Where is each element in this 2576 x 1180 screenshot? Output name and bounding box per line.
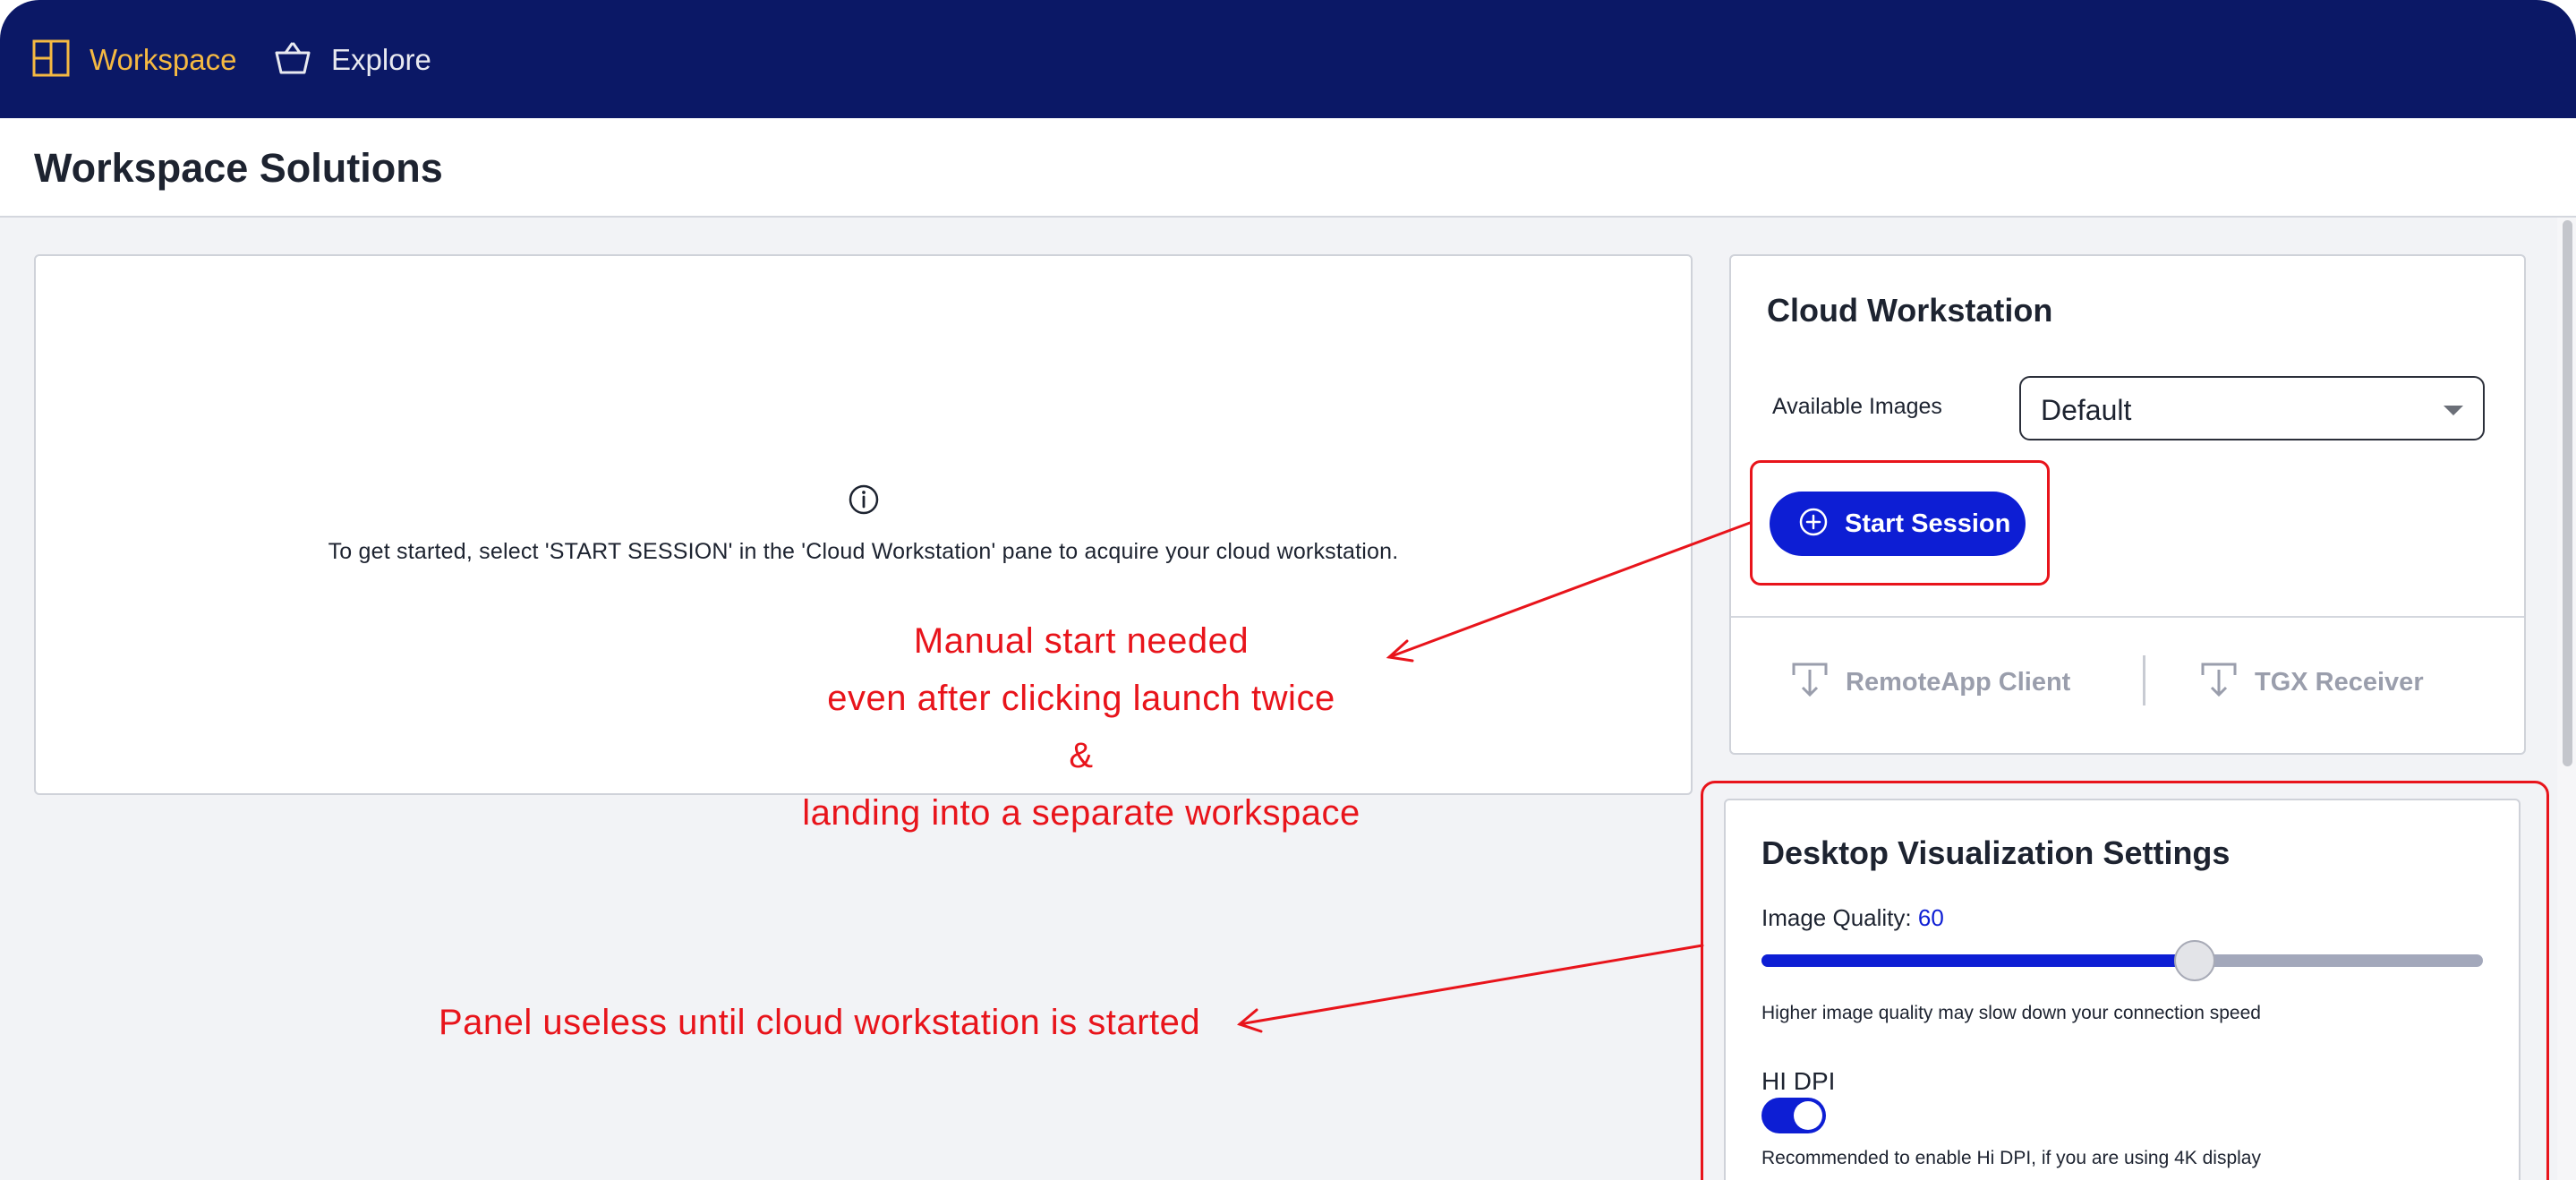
annotation-highlight-visualization-panel [1701,781,2549,1180]
empty-state-message: To get started, select 'START SESSION' i… [328,539,1399,564]
title-bar: Workspace Solutions [0,118,2576,218]
caret-down-icon [2444,406,2463,415]
page-scrollbar[interactable] [2557,218,2576,1180]
nav-workspace[interactable]: Workspace [32,39,236,81]
cloud-workstation-title: Cloud Workstation [1767,292,2053,329]
annotation-session-line-2: even after clicking launch twice [827,679,1335,718]
download-separator [2143,655,2145,705]
top-nav: Workspace Explore [0,0,2576,118]
tgx-receiver-label: TGX Receiver [2255,667,2424,697]
remoteapp-client-label: RemoteApp Client [1846,667,2071,697]
page-title: Workspace Solutions [34,145,443,191]
annotation-session-line-1: Manual start needed [913,621,1250,661]
tgx-receiver-download[interactable]: TGX Receiver [2199,661,2424,704]
info-icon [848,483,880,520]
download-icon [2199,661,2239,705]
scrollbar-thumb[interactable] [2563,220,2572,766]
app-window: Workspace Explore Workspace Solutions To… [0,0,2576,1180]
image-select[interactable]: Default [2019,376,2485,440]
card-divider [1731,616,2524,618]
nav-explore-label: Explore [331,43,431,76]
nav-explore[interactable]: Explore [274,39,431,81]
annotation-session-line-3: & [1069,736,1094,775]
remoteapp-client-download[interactable]: RemoteApp Client [1790,661,2070,704]
annotation-session-line-4: landing into a separate workspace [802,793,1361,833]
download-icon [1790,661,1830,705]
annotation-highlight-start-session [1750,460,2050,586]
grid-layout-icon [32,39,70,81]
available-images-label: Available Images [1772,394,1942,419]
basket-icon [274,41,311,80]
nav-workspace-label: Workspace [90,43,237,76]
image-select-value: Default [2041,394,2132,426]
annotation-panel-note: Panel useless until cloud workstation is… [439,1003,1201,1042]
